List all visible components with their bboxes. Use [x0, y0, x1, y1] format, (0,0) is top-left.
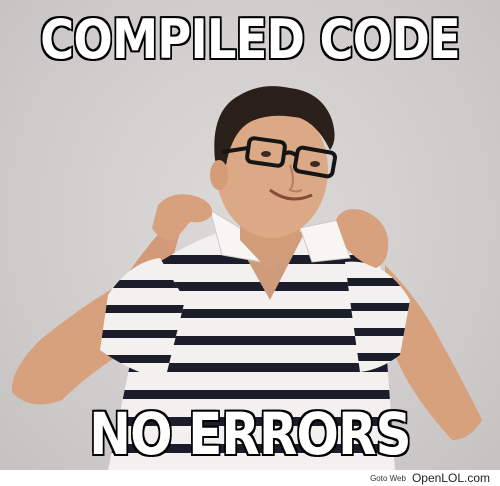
head — [210, 86, 338, 238]
meme-image: COMPILED CODE NO ERRORS Goto Web OpenLOL… — [0, 0, 500, 486]
goto-web-label[interactable]: Goto Web — [370, 474, 406, 483]
top-caption: COMPILED CODE — [39, 7, 462, 73]
watermark-bar: Goto Web OpenLOL.com — [0, 470, 500, 486]
site-watermark[interactable]: OpenLOL.com — [412, 471, 490, 485]
bottom-caption: NO ERRORS — [88, 399, 413, 470]
